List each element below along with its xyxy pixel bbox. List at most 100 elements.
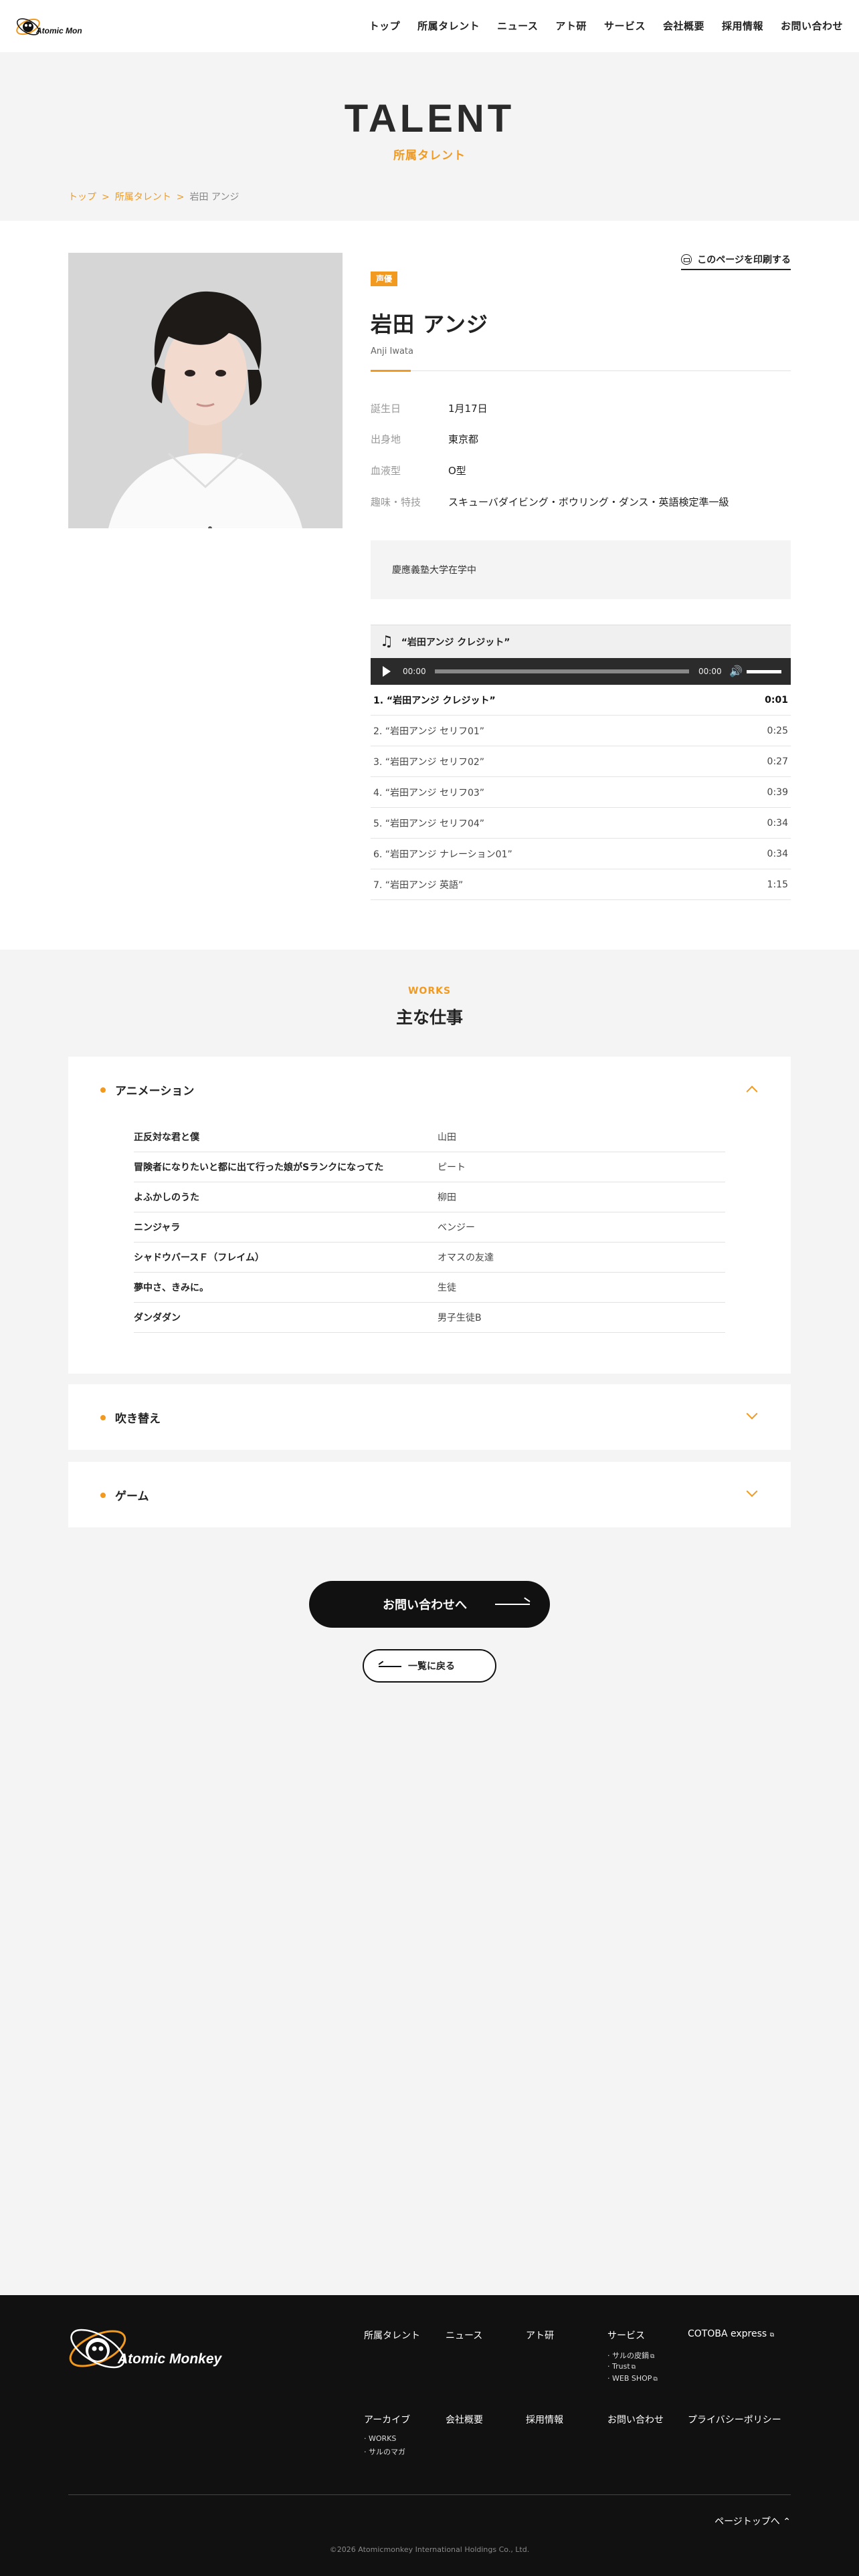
- track-item[interactable]: 5. “岩田アンジ セリフ04” 0:34: [371, 808, 791, 839]
- accordion-label: 吹き替え: [115, 1412, 161, 1426]
- track-item[interactable]: 3. “岩田アンジ セリフ02” 0:27: [371, 746, 791, 777]
- footer-logo[interactable]: Atomic Monkey: [66, 2314, 234, 2387]
- footer-link-archive[interactable]: アーカイブ: [364, 2413, 410, 2426]
- page-title: TALENT: [344, 97, 515, 140]
- breadcrumb-separator: >: [102, 192, 110, 203]
- work-title: シャドウバースＦ（フレイム）: [134, 1253, 265, 1263]
- track-title: 2. “岩田アンジ セリフ01”: [373, 726, 485, 737]
- work-role: 生徒: [438, 1283, 456, 1293]
- work-title: 正反対な君と僕: [134, 1132, 199, 1143]
- table-row: ニンジャラ ベンジー: [134, 1212, 725, 1243]
- talent-note: 慶應義塾大学在学中: [371, 540, 791, 599]
- volume-icon[interactable]: 🔊: [729, 665, 743, 677]
- nav-recruit[interactable]: 採用情報: [722, 19, 763, 33]
- table-row: よふかしのうた 柳田: [134, 1182, 725, 1212]
- total-time: 00:00: [698, 667, 722, 676]
- table-row: 夢中さ、きみに。 生徒: [134, 1273, 725, 1303]
- arrow-right-icon: [495, 1604, 530, 1605]
- work-role: 柳田: [438, 1192, 456, 1203]
- breadcrumb-talent[interactable]: 所属タレント: [115, 192, 171, 203]
- footer-link-cotoba[interactable]: COTOBA express ⧉: [688, 2329, 774, 2339]
- atomic-monkey-logo[interactable]: Atomic Monkey: [15, 11, 96, 43]
- works-heading-en: WORKS: [407, 986, 452, 996]
- external-link-icon: ⧉: [653, 2376, 658, 2383]
- footer-sub-link[interactable]: · サルの皮鍋 ⧉: [607, 2350, 654, 2361]
- footer-link-privacy[interactable]: プライバシーポリシー: [688, 2413, 781, 2426]
- track-item[interactable]: 7. “岩田アンジ 英語” 1:15: [371, 869, 791, 900]
- page-top-label: ページトップへ: [714, 2516, 780, 2527]
- work-role: オマスの友達: [438, 1253, 494, 1263]
- accordion-header[interactable]: ゲーム: [68, 1462, 791, 1527]
- work-title: 夢中さ、きみに。: [134, 1283, 209, 1293]
- footer-sub-link[interactable]: · Trust ⧉: [607, 2362, 636, 2371]
- footer-link-news[interactable]: ニュース: [446, 2329, 482, 2342]
- category-tag: 声優: [371, 272, 398, 286]
- works-table: 正反対な君と僕 山田 冒険者になりたいと都に出て行った娘がSランクになってた ピート…: [134, 1122, 725, 1333]
- track-title: 6. “岩田アンジ ナレーション01”: [373, 849, 512, 860]
- nav-company[interactable]: 会社概要: [663, 19, 704, 33]
- track-duration: 0:01: [765, 694, 788, 706]
- track-item[interactable]: 2. “岩田アンジ セリフ01” 0:25: [371, 716, 791, 746]
- copyright: ©2026 Atomicmonkey International Holding…: [329, 2545, 530, 2554]
- print-page-button[interactable]: このページを印刷する: [681, 253, 791, 270]
- back-to-list-button[interactable]: 一覧に戻る: [363, 1649, 496, 1683]
- current-time: 00:00: [403, 667, 426, 676]
- accordion-label: アニメーション: [115, 1084, 195, 1098]
- track-title: 4. “岩田アンジ セリフ03”: [373, 787, 485, 798]
- table-row: 冒険者になりたいと都に出て行った娘がSランクになってた ピート: [134, 1152, 725, 1182]
- works-heading: 主な仕事: [395, 1008, 463, 1027]
- play-icon[interactable]: [383, 666, 391, 677]
- page-subtitle: 所属タレント: [393, 149, 466, 163]
- svg-text:Atomic Monkey: Atomic Monkey: [35, 26, 82, 35]
- spec-value: 1月17日: [448, 403, 488, 415]
- footer-sub-link[interactable]: · WORKS: [364, 2434, 396, 2443]
- nav-talent[interactable]: 所属タレント: [417, 19, 480, 33]
- nav-news[interactable]: ニュース: [497, 19, 538, 33]
- footer-sub-label: サルのマガ: [369, 2448, 405, 2456]
- footer-link-atoken[interactable]: アト研: [526, 2329, 554, 2342]
- work-title: 冒険者になりたいと都に出て行った娘がSランクになってた: [134, 1162, 384, 1173]
- external-link-icon: ⧉: [769, 2332, 775, 2339]
- track-title: 1. “岩田アンジ クレジット”: [373, 695, 496, 706]
- accordion-header[interactable]: 吹き替え: [68, 1384, 791, 1450]
- nav-top[interactable]: トップ: [369, 19, 401, 33]
- footer-link-recruit[interactable]: 採用情報: [526, 2413, 563, 2426]
- nav-contact[interactable]: お問い合わせ: [781, 19, 843, 33]
- chevron-up-icon: [746, 1085, 758, 1097]
- bullet-dot: [100, 1493, 106, 1498]
- volume-slider[interactable]: [747, 670, 781, 673]
- footer-link-cotoba-label: COTOBA express: [688, 2329, 767, 2339]
- site-footer: Atomic Monkey 所属タレント ニュース アト研 サービス COTOB…: [0, 2295, 859, 2576]
- track-item[interactable]: 1. “岩田アンジ クレジット” 0:01: [371, 685, 791, 716]
- footer-link-talent[interactable]: 所属タレント: [364, 2329, 420, 2342]
- footer-link-service[interactable]: サービス: [607, 2329, 645, 2342]
- work-role: 男子生徒B: [438, 1313, 482, 1323]
- accordion-header[interactable]: アニメーション: [68, 1057, 791, 1122]
- external-link-icon: ⧉: [631, 2364, 636, 2371]
- contact-button[interactable]: お問い合わせへ: [309, 1581, 550, 1628]
- footer-link-company[interactable]: 会社概要: [446, 2413, 483, 2426]
- footer-link-contact[interactable]: お問い合わせ: [607, 2413, 664, 2426]
- nav-service[interactable]: サービス: [604, 19, 646, 33]
- footer-sub-link[interactable]: · WEB SHOP ⧉: [607, 2374, 658, 2383]
- spec-value: O型: [448, 465, 466, 477]
- progress-slider[interactable]: [435, 669, 689, 673]
- works-accordion-dubbing: 吹き替え: [68, 1384, 791, 1450]
- track-duration: 0:25: [767, 725, 788, 736]
- site-header: Atomic Monkey トップ 所属タレント ニュース アト研 サービス 会…: [0, 0, 859, 52]
- page-top-button[interactable]: ページトップへ ⌃: [714, 2514, 791, 2528]
- playlist-title-bar: ♫ “岩田アンジ クレジット”: [371, 625, 791, 658]
- track-duration: 1:15: [767, 879, 788, 890]
- work-role: ピート: [438, 1162, 466, 1173]
- global-nav: トップ 所属タレント ニュース アト研 サービス 会社概要 採用情報 お問い合わ…: [352, 19, 843, 33]
- chevron-up-icon: ⌃: [783, 2516, 791, 2527]
- spec-value: スキューバダイビング・ボウリング・ダンス・英語検定準一級: [448, 496, 729, 508]
- footer-sub-link[interactable]: · サルのマガ: [364, 2446, 405, 2457]
- breadcrumb-top[interactable]: トップ: [68, 192, 96, 203]
- table-row: ダンダダン 男子生徒B: [134, 1303, 725, 1333]
- nav-atoken[interactable]: アト研: [555, 19, 587, 33]
- work-role: ベンジー: [438, 1222, 475, 1233]
- table-row: シャドウバースＦ（フレイム） オマスの友達: [134, 1243, 725, 1273]
- track-item[interactable]: 4. “岩田アンジ セリフ03” 0:39: [371, 777, 791, 808]
- track-item[interactable]: 6. “岩田アンジ ナレーション01” 0:34: [371, 839, 791, 869]
